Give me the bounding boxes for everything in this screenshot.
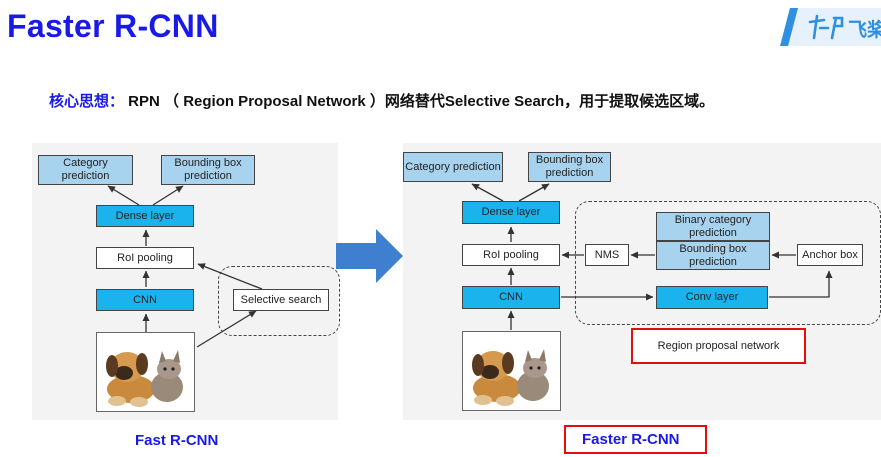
fast-category-box: Category prediction	[38, 155, 133, 185]
rpn-label-box: Region proposal network	[631, 328, 806, 364]
faster-bbox-box: Bounding box prediction	[528, 152, 611, 182]
faster-rcnn-caption: Faster R-CNN	[582, 431, 680, 448]
fast-rcnn-caption: Fast R-CNN	[135, 432, 219, 449]
conv-layer-box: Conv layer	[656, 286, 768, 309]
binary-category-box: Binary category prediction	[656, 212, 770, 241]
faster-cnn-box: CNN	[462, 286, 560, 309]
fast-cnn-box: CNN	[96, 289, 194, 311]
nms-box: NMS	[585, 244, 629, 266]
fast-dense-box: Dense layer	[96, 205, 194, 227]
dog-cat-photo	[96, 332, 195, 412]
faster-roi-box: RoI pooling	[462, 244, 560, 266]
faster-category-box: Category prediction	[403, 152, 503, 182]
fast-roi-box: RoI pooling	[96, 247, 194, 269]
transition-arrow-icon	[336, 229, 403, 283]
faster-dense-box: Dense layer	[462, 201, 560, 224]
fast-bbox-box: Bounding box prediction	[161, 155, 255, 185]
anchor-box: Anchor box	[797, 244, 863, 266]
fast-selective-box: Selective search	[233, 289, 329, 311]
dog-cat-photo-2	[462, 331, 561, 411]
rpn-bbox-box: Bounding box prediction	[656, 241, 770, 270]
